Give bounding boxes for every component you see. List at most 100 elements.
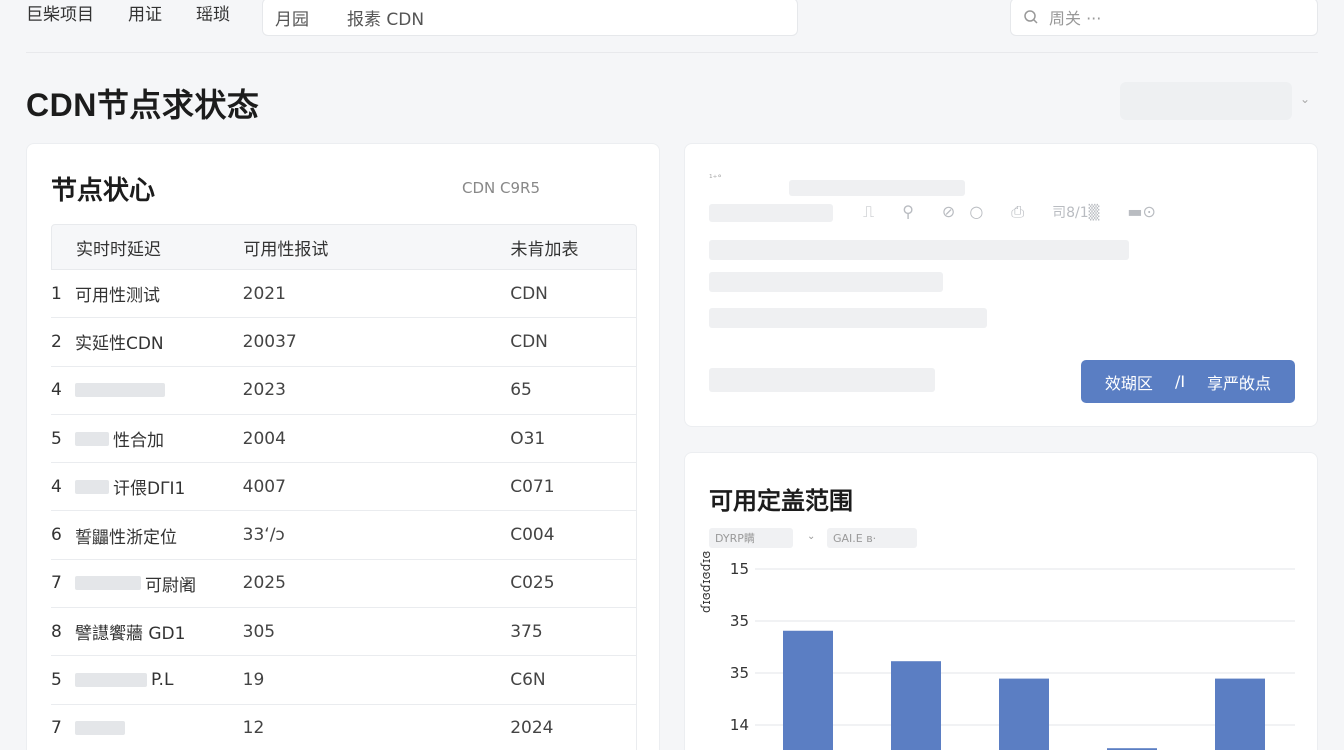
row-cdn: C071 [510,476,555,497]
user-icon[interactable]: ⚲ [902,202,914,222]
skeleton-line [709,272,943,292]
top-nav: 巨柴项目 用证 瑶琐 [26,4,230,26]
chart-bar[interactable] [999,678,1049,750]
table-row[interactable]: 5 P.L 19 C6N [51,656,637,705]
dot-icon[interactable]: ○ [969,202,983,222]
table-row[interactable]: 7 可尉阇 2025 C025 [51,559,637,609]
column-header-availability[interactable]: 可用性报试 [243,235,510,260]
skeleton-line [709,204,833,222]
row-index: 8 [51,621,62,642]
row-cdn: C025 [510,573,555,594]
skeleton-line [709,368,935,392]
skeleton-line [789,180,965,196]
row-cdn: 65 [510,380,532,401]
printer-icon[interactable]: ⎙ [1011,202,1024,222]
row-cdn: CDN [510,283,548,304]
table-row[interactable]: 7 12 2024 [51,704,637,750]
row-availability: 33ʻ∕ɔ [242,525,285,546]
row-availability: 2004 [242,428,286,449]
search-icon [1024,10,1038,24]
chart-filter-select[interactable]: DYRP瞒 [709,528,793,548]
y-tick-label: 35 [730,664,749,682]
chart-title: 可用定盖范围 [709,487,853,515]
row-name: 譬譿饗蘠 GD1 [75,619,243,644]
y-tick-label: 14 [730,716,749,734]
status-card: ¹⁺° ⎍ ⚲ ⊘ ○ ⎙ 司8/1▒ ▬⊙ 效瑚区 /I 享严敀点 [684,143,1318,427]
column-header-latency[interactable]: 实时时延迟 [52,235,243,260]
pair-icon[interactable]: ▬⊙ [1127,202,1156,222]
row-availability: 2025 [242,573,286,594]
icon-text: 司8/1▒ [1052,205,1100,221]
divider [26,52,1318,53]
row-name: 可用性测试 [75,281,243,306]
node-status-card: 节点状心 CDN C9R5 实时时延迟 可用性报试 未肯加表 1 可用性测试 202… [26,143,660,750]
nav-item-usage[interactable]: 用证 [128,4,162,26]
row-name: 可尉阇 [74,571,243,596]
skeleton-line [709,240,1129,260]
row-index: 6 [51,525,62,546]
row-name: 誓鼺性浙定位 [75,523,243,548]
table-row[interactable]: 4 2023 65 [51,366,637,415]
tab-month[interactable]: 月园 [275,5,309,30]
redacted-text [74,721,125,736]
row-name: 性合加 [74,426,243,452]
primary-action-button[interactable]: 效瑚区 /I 享严敀点 [1081,360,1295,403]
range-select[interactable] [1120,82,1292,120]
row-name [74,383,243,398]
row-name-text: 讦偎DΓI1 [112,479,186,500]
row-availability: 305 [242,621,276,642]
page-title: CDN节点求状态 [26,87,260,123]
row-index: 4 [51,476,62,497]
y-tick-label: 35 [730,612,749,630]
row-index: 2 [51,331,62,352]
table-row[interactable]: 1 可用性测试 2021 CDN [51,270,637,319]
row-cdn: C004 [510,525,555,546]
chart-bar[interactable] [891,661,941,750]
redacted-text [74,383,165,398]
toolbar-icons: ⎍ ⚲ ⊘ ○ ⎙ 司8/1▒ ▬⊙ [863,202,1156,222]
row-availability: 19 [242,670,265,691]
table-row[interactable]: 8 譬譿饗蘠 GD1 305 375 [51,608,637,657]
tab-bar: 月园 报素 CDN [262,0,798,36]
row-index: 7 [51,573,62,594]
row-availability: 2021 [242,283,286,304]
button-label-right: 享严敀点 [1207,373,1272,393]
card-label: ¹⁺° [709,174,722,184]
row-name-text: 誓鼺性浙定位 [74,527,177,548]
chevron-down-icon[interactable]: ⌄ [1300,92,1314,106]
chart-bar[interactable] [783,630,833,750]
row-index: 5 [51,670,62,691]
card-subtitle: CDN C9R5 [462,179,540,197]
row-index: 1 [51,283,62,304]
chevron-down-icon[interactable]: ⌄ [807,531,815,542]
search-input[interactable]: 周关 ··· [1010,0,1318,36]
row-availability: 2023 [242,380,286,401]
check-icon[interactable]: ⊘ [942,202,955,222]
chart-filter-select-2[interactable]: GAI.E ʙ· [827,528,917,548]
row-name-text: 可用性测试 [74,286,160,307]
row-cdn: 2024 [510,718,554,739]
redacted-text [74,479,109,494]
chart-icon[interactable]: ⎍ [863,202,874,222]
row-cdn: 375 [510,621,543,642]
search-placeholder: 周关 ··· [1049,9,1102,28]
tab-report-cdn[interactable]: 报素 CDN [347,5,424,30]
table-row[interactable]: 2 实延性CDN 20037 CDN [51,318,637,367]
row-name-text: 性合加 [112,431,164,452]
chart-bar[interactable] [1215,678,1265,750]
row-index: 4 [51,380,62,401]
bar-chart: 15 35 35 14 [730,560,1295,750]
table-row[interactable]: 5 性合加 2004 O31 [51,414,637,464]
button-label-left: 效瑚区 [1104,373,1153,393]
nav-item-projects[interactable]: 巨柴项目 [26,4,94,26]
row-name-text: 可尉阇 [144,575,196,596]
row-availability: 4007 [242,476,286,497]
row-name: P.L [74,670,243,690]
nav-item-ops[interactable]: 瑶琐 [196,4,230,26]
table-row[interactable]: 6 誓鼺性浙定位 33ʻ∕ɔ C004 [51,511,637,560]
column-header-cdn[interactable]: 未肯加表 [510,235,636,260]
table-row[interactable]: 4 讦偎DΓI1 4007 C071 [51,463,637,512]
row-name: 讦偎DΓI1 [74,474,243,500]
coverage-card: 可用定盖范围 DYRP瞒 ⌄ GAI.E ʙ· ɗɪɞɗɪɞɗɪɞ 15 35 35… [684,452,1318,750]
button-separator: /I [1174,372,1186,391]
